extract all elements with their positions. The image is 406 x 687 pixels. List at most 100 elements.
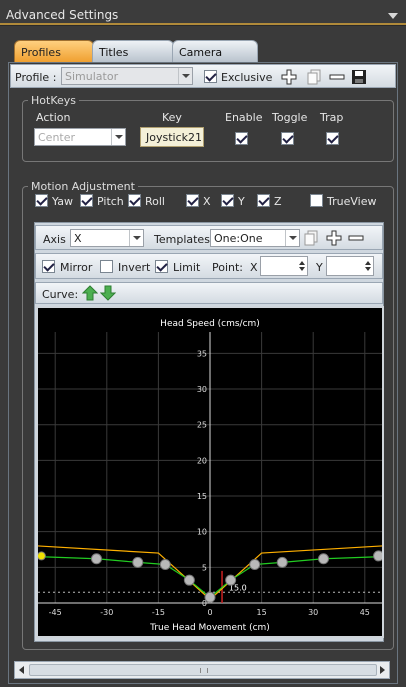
x-checkbox[interactable] bbox=[186, 194, 199, 207]
x-tick-label: -30 bbox=[100, 608, 113, 617]
curve-point bbox=[132, 556, 144, 568]
y-tick-label: 20 bbox=[197, 456, 207, 465]
scroll-left-icon[interactable] bbox=[17, 665, 27, 675]
trap-checkbox[interactable] bbox=[326, 132, 339, 145]
scrollbar-thumb[interactable] bbox=[29, 664, 377, 676]
exclusive-checkbox[interactable] bbox=[204, 70, 217, 83]
profile-select[interactable]: Simulator bbox=[61, 67, 193, 85]
trueview-checkbox[interactable] bbox=[310, 194, 323, 207]
horizontal-scrollbar[interactable] bbox=[14, 661, 390, 679]
copy-icon[interactable] bbox=[304, 230, 320, 246]
head-speed-chart[interactable]: Head Speed (cms/cm) True Head Movement (… bbox=[36, 306, 384, 638]
yaw-label: Yaw bbox=[52, 195, 73, 208]
spin-up-icon[interactable] bbox=[299, 261, 305, 265]
add-icon[interactable] bbox=[281, 69, 297, 85]
point-x-input[interactable] bbox=[260, 256, 308, 276]
templates-value: One:One bbox=[214, 232, 263, 245]
point-x-label: X bbox=[250, 261, 258, 274]
limit-checkbox[interactable] bbox=[155, 260, 168, 273]
x-axis-label: True Head Movement (cm) bbox=[149, 623, 270, 633]
mirror-checkbox[interactable] bbox=[42, 260, 55, 273]
chart-title: Head Speed (cms/cm) bbox=[160, 319, 260, 329]
key-value: Joystick21 bbox=[146, 131, 202, 144]
arrow-up-icon[interactable] bbox=[82, 285, 98, 301]
y-label: Y bbox=[238, 195, 245, 208]
spin-down-icon[interactable] bbox=[365, 267, 371, 271]
chevron-down-icon bbox=[285, 230, 299, 246]
trueview-label: TrueView bbox=[327, 195, 377, 208]
curve-point bbox=[318, 553, 330, 565]
scroll-right-icon[interactable] bbox=[377, 665, 387, 675]
axis-label: Axis bbox=[43, 233, 66, 246]
x-tick-label: 0 bbox=[207, 608, 212, 617]
x-tick-label: -15 bbox=[152, 608, 165, 617]
action-header: Action bbox=[36, 111, 71, 124]
roll-label: Roll bbox=[145, 195, 165, 208]
curve-label: Curve: bbox=[42, 288, 79, 301]
tab-titles[interactable]: Titles bbox=[92, 40, 174, 62]
point-y-input[interactable] bbox=[326, 256, 374, 276]
tab-camera[interactable]: Camera bbox=[172, 40, 258, 62]
curve-point bbox=[204, 591, 216, 603]
y-tick-label: 5 bbox=[202, 563, 207, 572]
thumb-grip-icon bbox=[200, 668, 208, 673]
axis-select[interactable]: X bbox=[70, 229, 144, 247]
chart-canvas[interactable]: Head Speed (cms/cm) True Head Movement (… bbox=[38, 308, 382, 636]
trap-header: Trap bbox=[320, 111, 344, 124]
pitch-label: Pitch bbox=[97, 195, 124, 208]
enable-header: Enable bbox=[225, 111, 263, 124]
tab-profiles[interactable]: Profiles bbox=[14, 40, 94, 62]
remove-icon[interactable] bbox=[329, 69, 345, 85]
y-tick-label: 15 bbox=[197, 492, 207, 501]
roll-checkbox[interactable] bbox=[128, 194, 141, 207]
copy-icon[interactable] bbox=[307, 69, 323, 85]
curve-point bbox=[183, 574, 195, 586]
toggle-header: Toggle bbox=[272, 111, 308, 124]
add-icon[interactable] bbox=[326, 230, 342, 246]
spin-down-icon[interactable] bbox=[299, 267, 305, 271]
z-checkbox[interactable] bbox=[257, 194, 270, 207]
curve-point bbox=[90, 553, 102, 565]
y-tick-label: 35 bbox=[197, 349, 207, 358]
collapse-icon[interactable] bbox=[388, 13, 398, 19]
arrow-down-icon[interactable] bbox=[100, 285, 116, 301]
axis-toolbar: Axis X Templates One:One bbox=[35, 225, 383, 250]
y-tick-label: 25 bbox=[197, 421, 207, 430]
invert-label: Invert bbox=[118, 261, 151, 274]
x-tick-label: 30 bbox=[308, 608, 318, 617]
chevron-down-icon bbox=[111, 129, 125, 145]
tab-profiles-label: Profiles bbox=[21, 46, 61, 59]
window-title-bar: Advanced Settings bbox=[0, 0, 406, 26]
title-underline bbox=[0, 23, 406, 25]
x-tick-label: 15 bbox=[257, 608, 267, 617]
tab-camera-label: Camera bbox=[179, 46, 223, 59]
y-checkbox[interactable] bbox=[221, 194, 234, 207]
yaw-checkbox[interactable] bbox=[35, 194, 48, 207]
key-button[interactable]: Joystick21 bbox=[140, 127, 204, 147]
toggle-checkbox[interactable] bbox=[281, 132, 294, 145]
key-header: Key bbox=[162, 111, 182, 124]
chevron-down-icon bbox=[129, 230, 143, 246]
curve-point bbox=[249, 558, 261, 570]
remove-icon[interactable] bbox=[348, 230, 364, 246]
x-tick-label: 45 bbox=[360, 608, 370, 617]
action-value: Center bbox=[38, 131, 76, 144]
curve-point bbox=[38, 551, 46, 561]
z-label: Z bbox=[274, 195, 282, 208]
pitch-checkbox[interactable] bbox=[80, 194, 93, 207]
curve-point bbox=[225, 574, 237, 586]
invert-checkbox[interactable] bbox=[100, 260, 113, 273]
x-tick-label: -45 bbox=[49, 608, 62, 617]
curve-point bbox=[373, 550, 382, 562]
profile-toolbar: Profile : Simulator Exclusive bbox=[10, 64, 396, 88]
x-label: X bbox=[203, 195, 211, 208]
exclusive-label: Exclusive bbox=[221, 71, 273, 84]
options-toolbar: Mirror Invert Limit Point: X Y bbox=[35, 253, 383, 279]
spin-up-icon[interactable] bbox=[365, 261, 371, 265]
templates-select[interactable]: One:One bbox=[210, 229, 300, 247]
curve-toolbar: Curve: bbox=[35, 282, 383, 304]
enable-checkbox[interactable] bbox=[235, 132, 248, 145]
templates-label: Templates bbox=[154, 233, 210, 246]
action-select[interactable]: Center bbox=[34, 128, 126, 146]
save-icon[interactable] bbox=[351, 69, 367, 85]
